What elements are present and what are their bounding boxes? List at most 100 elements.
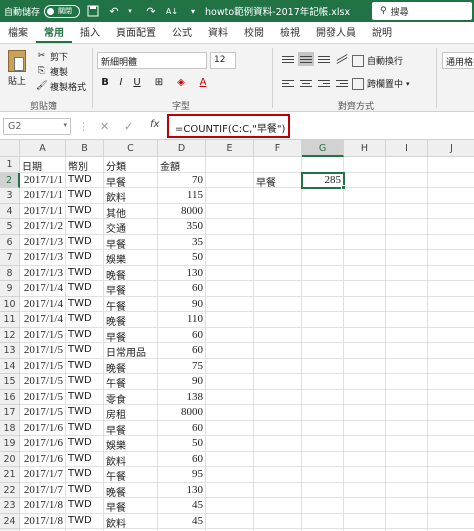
cell-I17[interactable] [386, 405, 428, 421]
cell-C2[interactable]: 早餐 [104, 172, 158, 189]
cell-D21[interactable]: 95 [158, 467, 206, 483]
cell-G9[interactable] [302, 281, 344, 297]
cell-E12[interactable] [206, 327, 254, 343]
cell-C19[interactable]: 娛樂 [104, 436, 158, 452]
row-header-12[interactable]: 12 [0, 327, 20, 343]
cell-E15[interactable] [206, 374, 254, 390]
redo-icon[interactable]: ↷ [143, 3, 159, 19]
cell-J13[interactable] [428, 343, 474, 359]
cell-G18[interactable] [302, 420, 344, 436]
cell-F10[interactable] [254, 296, 302, 312]
cell-C4[interactable]: 其他 [104, 203, 158, 220]
cell-F3[interactable] [254, 188, 302, 204]
cell-C1[interactable]: 分類 [104, 157, 158, 173]
cell-H6[interactable] [344, 234, 386, 250]
cell-F22[interactable] [254, 482, 302, 498]
cell-E19[interactable] [206, 436, 254, 452]
cell-C11[interactable]: 晚餐 [104, 312, 158, 328]
cell-A2[interactable]: 2017/1/1 [20, 172, 66, 188]
paste-button[interactable]: 貼上 [6, 50, 28, 87]
cell-H14[interactable] [344, 358, 386, 374]
cell-D22[interactable]: 130 [158, 482, 206, 498]
cell-F18[interactable] [254, 420, 302, 436]
cell-H9[interactable] [344, 281, 386, 297]
column-header-J[interactable]: J [428, 140, 474, 157]
fill-color-icon[interactable]: ◈ [174, 75, 188, 91]
cell-A5[interactable]: 2017/1/2 [20, 219, 66, 235]
autosave-toggle[interactable]: 關閉 [44, 4, 81, 18]
cell-G13[interactable] [302, 343, 344, 359]
cell-E22[interactable] [206, 482, 254, 498]
tab-4[interactable]: 公式 [164, 24, 200, 43]
cell-F11[interactable] [254, 312, 302, 328]
format-painter-button[interactable]: 🖌 複製格式 [36, 80, 86, 93]
cell-F20[interactable] [254, 451, 302, 467]
save-icon[interactable] [85, 3, 101, 19]
tab-0[interactable]: 檔案 [0, 24, 36, 43]
cell-G20[interactable] [302, 451, 344, 467]
cell-D12[interactable]: 60 [158, 327, 206, 343]
cell-I10[interactable] [386, 296, 428, 312]
cell-G15[interactable] [302, 374, 344, 390]
cell-J9[interactable] [428, 281, 474, 297]
cell-F1[interactable] [254, 157, 302, 173]
row-header-2[interactable]: 2 [0, 172, 20, 188]
cell-D9[interactable]: 60 [158, 281, 206, 297]
cell-G21[interactable] [302, 467, 344, 483]
cell-D13[interactable]: 60 [158, 343, 206, 359]
row-header-21[interactable]: 21 [0, 467, 20, 483]
column-header-B[interactable]: B [66, 140, 104, 157]
font-name-select[interactable]: 新細明體 [97, 52, 207, 69]
customize-toolbar-icon[interactable]: ▾ [185, 3, 201, 19]
row-header-1[interactable]: 1 [0, 157, 20, 173]
enter-icon[interactable]: ✓ [124, 120, 133, 133]
tab-3[interactable]: 頁面配置 [108, 24, 164, 43]
cell-F15[interactable] [254, 374, 302, 390]
cell-A20[interactable]: 2017/1/6 [20, 451, 66, 467]
cell-C6[interactable]: 早餐 [104, 234, 158, 251]
row-header-7[interactable]: 7 [0, 250, 20, 266]
cell-F8[interactable] [254, 265, 302, 281]
column-header-F[interactable]: F [254, 140, 302, 157]
cell-C21[interactable]: 午餐 [104, 467, 158, 483]
orientation-icon[interactable] [334, 52, 350, 66]
cell-I5[interactable] [386, 219, 428, 235]
cell-B20[interactable]: TWD [66, 451, 104, 467]
cell-J1[interactable] [428, 157, 474, 173]
align-left-icon[interactable] [280, 76, 296, 90]
cell-F16[interactable] [254, 389, 302, 405]
cell-G10[interactable] [302, 296, 344, 312]
cell-E13[interactable] [206, 343, 254, 359]
cell-J12[interactable] [428, 328, 474, 343]
cell-G2[interactable]: 285 [301, 171, 346, 190]
cell-D8[interactable]: 130 [158, 265, 206, 281]
cell-G24[interactable] [302, 513, 344, 529]
cell-H3[interactable] [344, 188, 386, 204]
cell-I15[interactable] [386, 374, 428, 390]
cell-F2[interactable]: 早餐 [254, 172, 302, 189]
cell-H8[interactable] [344, 265, 386, 281]
cancel-icon[interactable]: ✕ [100, 120, 109, 133]
row-header-6[interactable]: 6 [0, 234, 20, 250]
cell-B17[interactable]: TWD [66, 405, 104, 421]
cell-C16[interactable]: 零食 [104, 389, 158, 406]
cell-B5[interactable]: TWD [66, 219, 104, 235]
fill-handle[interactable] [341, 185, 346, 190]
cell-E9[interactable] [206, 281, 254, 297]
cell-G5[interactable] [302, 219, 344, 235]
cell-B15[interactable]: TWD [66, 374, 104, 390]
cell-A7[interactable]: 2017/1/3 [20, 250, 66, 266]
cell-A9[interactable]: 2017/1/4 [20, 281, 66, 297]
cell-G16[interactable] [302, 389, 344, 405]
tab-2[interactable]: 插入 [72, 24, 108, 43]
tab-7[interactable]: 檢視 [272, 24, 308, 43]
cell-J6[interactable] [428, 235, 474, 250]
cell-I20[interactable] [386, 451, 428, 467]
cell-B7[interactable]: TWD [66, 250, 104, 266]
row-header-9[interactable]: 9 [0, 281, 20, 297]
cell-H15[interactable] [344, 374, 386, 390]
row-header-3[interactable]: 3 [0, 188, 20, 204]
name-box[interactable]: G2 ▾ [3, 118, 71, 135]
name-box-dropdown-icon[interactable]: ▾ [63, 121, 67, 129]
cell-D20[interactable]: 60 [158, 451, 206, 467]
